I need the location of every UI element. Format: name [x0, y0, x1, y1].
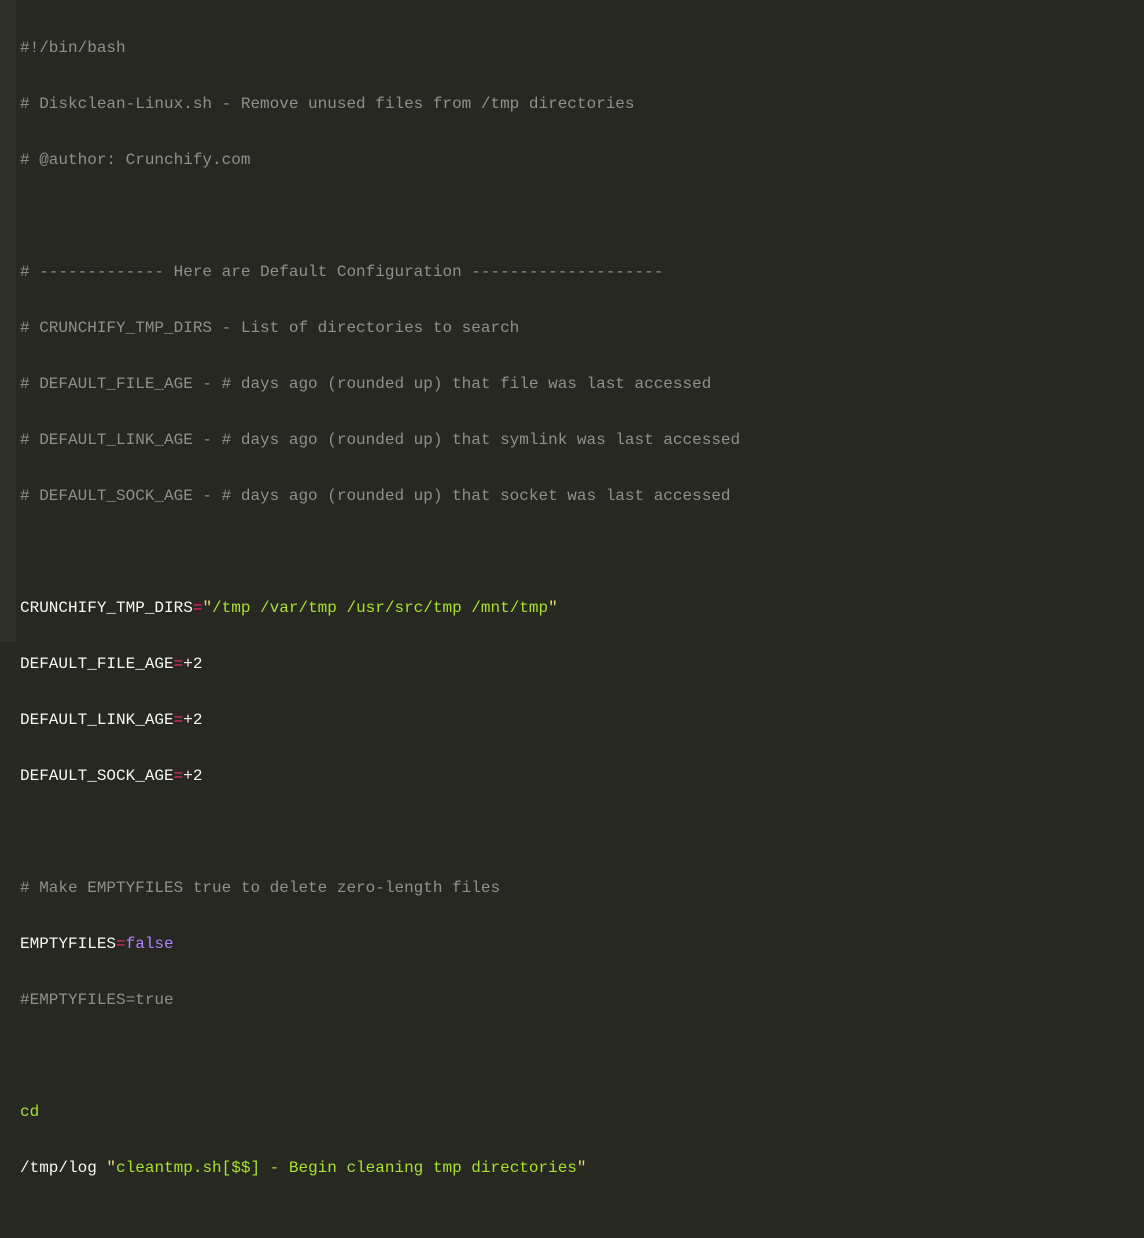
string-value: /tmp /var/tmp /usr/src/tmp /mnt/tmp — [212, 599, 548, 617]
variable-name: DEFAULT_FILE_AGE — [20, 655, 174, 673]
string-value: cleantmp.sh[ — [116, 1159, 231, 1177]
variable-name: EMPTYFILES — [20, 935, 116, 953]
operator: = — [174, 655, 184, 673]
code-line — [20, 202, 1140, 230]
comment: # CRUNCHIFY_TMP_DIRS - List of directori… — [20, 319, 519, 337]
code-line: DEFAULT_SOCK_AGE=+2 — [20, 762, 1140, 790]
code-line: #EMPTYFILES=true — [20, 986, 1140, 1014]
code-line: # DEFAULT_LINK_AGE - # days ago (rounded… — [20, 426, 1140, 454]
code-line: EMPTYFILES=false — [20, 930, 1140, 958]
path: /tmp/log — [20, 1159, 106, 1177]
operator: = — [193, 599, 203, 617]
code-line — [20, 538, 1140, 566]
comment: # ------------- Here are Default Configu… — [20, 263, 663, 281]
value: +2 — [183, 655, 202, 673]
code-line: cd — [20, 1098, 1140, 1126]
variable-name: DEFAULT_SOCK_AGE — [20, 767, 174, 785]
variable-name: DEFAULT_LINK_AGE — [20, 711, 174, 729]
operator: = — [116, 935, 126, 953]
comment: # DEFAULT_FILE_AGE - # days ago (rounded… — [20, 375, 711, 393]
code-line: # DEFAULT_FILE_AGE - # days ago (rounded… — [20, 370, 1140, 398]
code-line: # CRUNCHIFY_TMP_DIRS - List of directori… — [20, 314, 1140, 342]
code-line: CRUNCHIFY_TMP_DIRS="/tmp /var/tmp /usr/s… — [20, 594, 1140, 622]
editor-gutter — [0, 0, 16, 642]
boolean-value: false — [126, 935, 174, 953]
value: +2 — [183, 767, 202, 785]
variable-name: CRUNCHIFY_TMP_DIRS — [20, 599, 193, 617]
string-value: ] - Begin cleaning tmp directories — [250, 1159, 576, 1177]
string-quote: " — [106, 1159, 116, 1177]
code-line: # DEFAULT_SOCK_AGE - # days ago (rounded… — [20, 482, 1140, 510]
code-area[interactable]: #!/bin/bash # Diskclean-Linux.sh - Remov… — [16, 0, 1144, 642]
code-line — [20, 1042, 1140, 1070]
code-line: DEFAULT_LINK_AGE=+2 — [20, 706, 1140, 734]
code-line: DEFAULT_FILE_AGE=+2 — [20, 650, 1140, 678]
string-quote: " — [548, 599, 558, 617]
comment: # DEFAULT_SOCK_AGE - # days ago (rounded… — [20, 487, 731, 505]
variable-interp: $$ — [231, 1159, 250, 1177]
comment: # @author: Crunchify.com — [20, 151, 250, 169]
value: +2 — [183, 711, 202, 729]
code-editor: #!/bin/bash # Diskclean-Linux.sh - Remov… — [0, 0, 1144, 642]
code-line: #!/bin/bash — [20, 34, 1140, 62]
operator: = — [174, 767, 184, 785]
comment: # Diskclean-Linux.sh - Remove unused fil… — [20, 95, 635, 113]
code-line: # ------------- Here are Default Configu… — [20, 258, 1140, 286]
command: cd — [20, 1103, 39, 1121]
code-line — [20, 818, 1140, 846]
comment: #EMPTYFILES=true — [20, 991, 174, 1009]
comment: # DEFAULT_LINK_AGE - # days ago (rounded… — [20, 431, 740, 449]
string-quote: " — [202, 599, 212, 617]
code-line: # Diskclean-Linux.sh - Remove unused fil… — [20, 90, 1140, 118]
shebang: #!/bin/bash — [20, 39, 126, 57]
code-line: # @author: Crunchify.com — [20, 146, 1140, 174]
code-line: # Make EMPTYFILES true to delete zero-le… — [20, 874, 1140, 902]
string-quote: " — [577, 1159, 587, 1177]
comment: # Make EMPTYFILES true to delete zero-le… — [20, 879, 500, 897]
operator: = — [174, 711, 184, 729]
code-line: /tmp/log "cleantmp.sh[$$] - Begin cleani… — [20, 1154, 1140, 1182]
